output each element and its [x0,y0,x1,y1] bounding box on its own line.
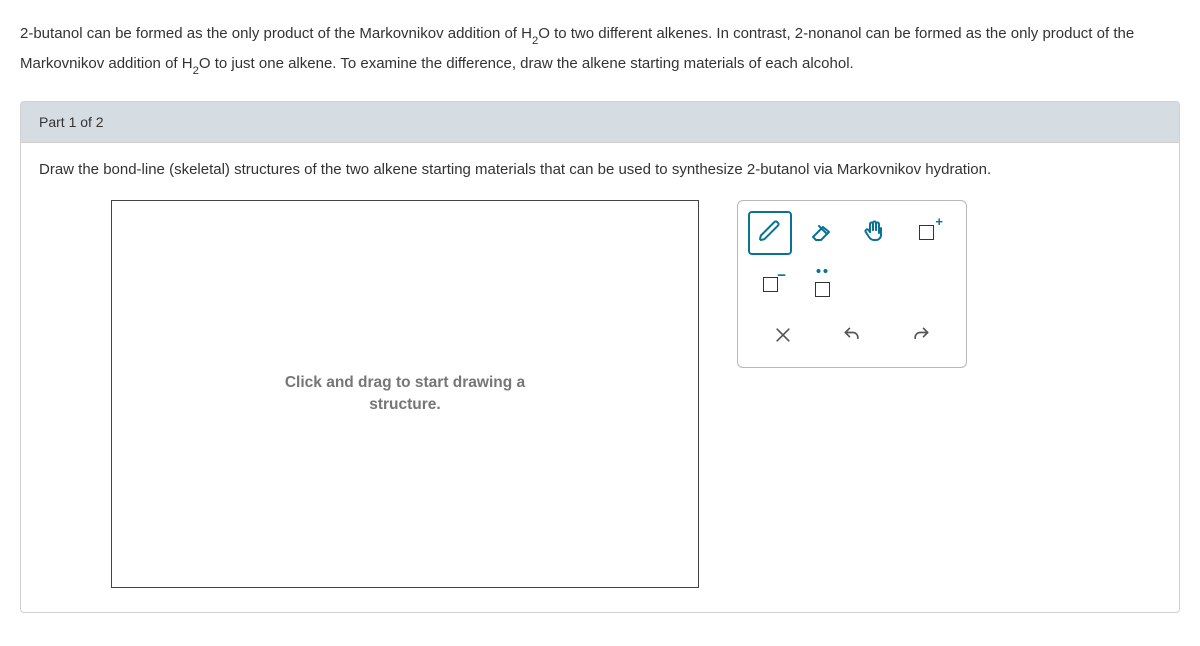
panel-instruction: Draw the bond-line (skeletal) structures… [39,161,1161,178]
undo-button[interactable] [822,317,882,357]
move-tool[interactable] [852,211,896,255]
intro-seg1: 2-butanol can be formed as the only prod… [20,25,521,42]
placeholder-line2: structure. [369,396,441,413]
draw-tool[interactable] [748,211,792,255]
redo-icon [911,325,931,349]
intro-seg3: to just one alkene. To examine the diffe… [211,55,854,72]
anion-tool[interactable]: − [748,263,792,307]
canvas-placeholder: Click and drag to start drawing a struct… [285,372,525,415]
lone-pair-tool[interactable] [800,263,844,307]
undo-icon [842,325,862,349]
formula1-sub: 2 [532,35,538,47]
box-icon [815,282,830,297]
add-box-tool[interactable]: + [904,211,948,255]
problem-intro: 2-butanol can be formed as the only prod… [20,20,1180,81]
dots-icon [817,269,828,273]
close-icon [773,325,793,349]
formula1-base: H [521,25,532,42]
erase-tool[interactable] [800,211,844,255]
formula1-tail: O [538,25,550,42]
palette-spacer [852,263,896,307]
clear-button[interactable] [753,317,813,357]
work-row: Click and drag to start drawing a struct… [39,200,1161,588]
pencil-icon [758,219,782,247]
hand-icon [862,219,886,247]
question-panel: Part 1 of 2 Draw the bond-line (skeletal… [20,101,1180,613]
placeholder-line1: Click and drag to start drawing a [285,374,525,391]
redo-button[interactable] [891,317,951,357]
eraser-icon [810,219,834,247]
minus-icon: − [777,268,786,283]
plus-icon: + [935,215,943,228]
action-row [748,317,956,357]
formula2-base: H [182,55,193,72]
box-icon [763,277,778,292]
drawing-canvas[interactable]: Click and drag to start drawing a struct… [111,200,699,588]
tool-palette: + − [737,200,967,368]
palette-spacer [904,263,948,307]
formula2-sub: 2 [193,65,199,77]
box-icon [919,225,934,240]
panel-body: Draw the bond-line (skeletal) structures… [21,143,1179,612]
formula2-tail: O [199,55,211,72]
panel-header: Part 1 of 2 [21,102,1179,143]
